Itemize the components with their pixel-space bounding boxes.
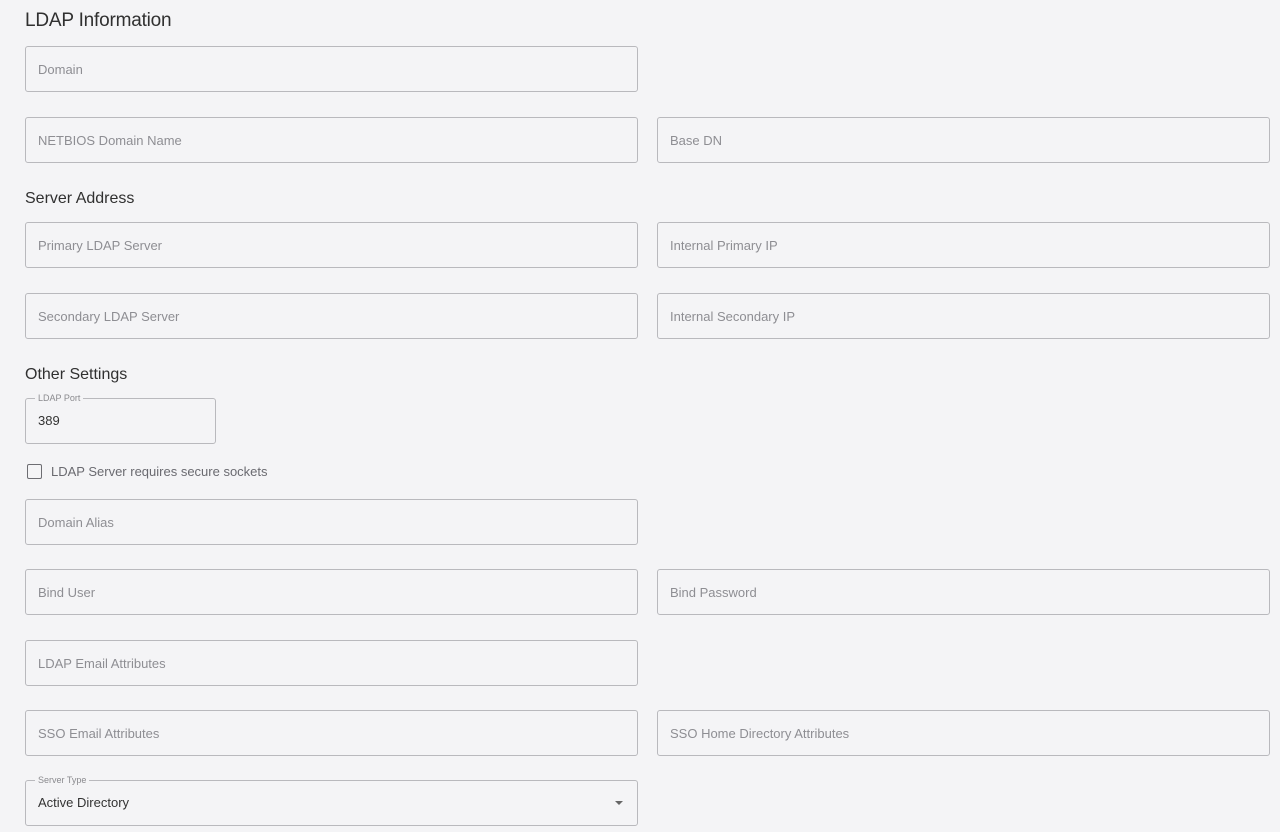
bind-password-input[interactable]: [658, 570, 1269, 614]
internal-secondary-ip-field[interactable]: [657, 293, 1270, 339]
sso-email-attributes-input[interactable]: [26, 711, 637, 755]
secondary-ldap-server-input[interactable]: [26, 294, 637, 338]
domain-field[interactable]: [25, 46, 638, 92]
sso-email-attributes-field[interactable]: [25, 710, 638, 756]
checkbox-icon[interactable]: [27, 463, 42, 479]
internal-secondary-ip-input[interactable]: [658, 294, 1269, 338]
domain-alias-field[interactable]: [25, 499, 638, 545]
ldap-email-attributes-field[interactable]: [25, 640, 638, 686]
sso-home-directory-attributes-field[interactable]: [657, 710, 1270, 756]
sso-home-directory-attributes-input[interactable]: [658, 711, 1269, 755]
ldap-port-field[interactable]: LDAP Port 389: [25, 392, 216, 444]
caret-down-icon[interactable]: [615, 801, 623, 805]
ldap-email-attributes-input[interactable]: [26, 641, 637, 685]
other-settings-heading: Other Settings: [25, 366, 128, 383]
ldap-information-heading: LDAP Information: [25, 10, 172, 31]
base-dn-input[interactable]: [658, 118, 1269, 162]
primary-ldap-server-input[interactable]: [26, 223, 637, 267]
bind-user-field[interactable]: [25, 569, 638, 615]
base-dn-field[interactable]: [657, 117, 1270, 163]
domain-input[interactable]: [26, 47, 637, 91]
server-type-select[interactable]: Server Type Active Directory: [25, 774, 638, 826]
internal-primary-ip-input[interactable]: [658, 223, 1269, 267]
internal-primary-ip-field[interactable]: [657, 222, 1270, 268]
secure-sockets-label[interactable]: LDAP Server requires secure sockets: [51, 464, 268, 479]
primary-ldap-server-field[interactable]: [25, 222, 638, 268]
ldap-port-value[interactable]: 389: [38, 399, 60, 443]
secure-sockets-option[interactable]: LDAP Server requires secure sockets: [27, 462, 268, 480]
netbios-domain-name-input[interactable]: [26, 118, 637, 162]
bind-password-field[interactable]: [657, 569, 1270, 615]
domain-alias-input[interactable]: [26, 500, 637, 544]
bind-user-input[interactable]: [26, 570, 637, 614]
server-type-value[interactable]: Active Directory: [38, 781, 129, 825]
secondary-ldap-server-field[interactable]: [25, 293, 638, 339]
ldap-settings-form: LDAP Information Server Address Other Se…: [0, 0, 1280, 832]
server-address-heading: Server Address: [25, 190, 135, 207]
netbios-domain-name-field[interactable]: [25, 117, 638, 163]
